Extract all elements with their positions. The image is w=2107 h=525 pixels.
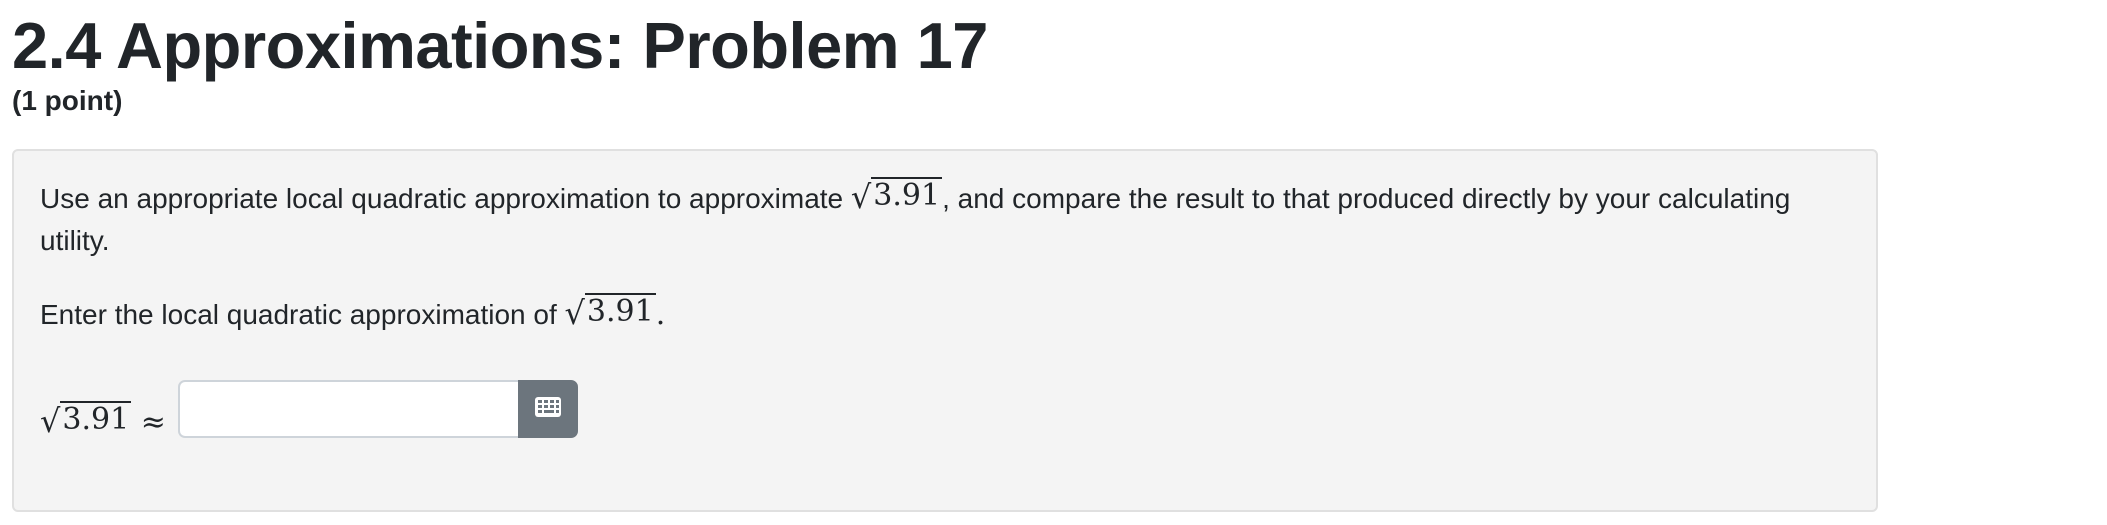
answer-row: √ 3.91 ≈ xyxy=(40,379,578,440)
sqrt-expression: √ 3.91 xyxy=(850,177,943,216)
answer-input-group xyxy=(177,380,578,438)
radicand: 3.91 xyxy=(871,177,943,213)
approx-symbol: ≈ xyxy=(140,404,166,440)
problem-statement: Use an appropriate local quadratic appro… xyxy=(40,177,1840,262)
answer-label: √ 3.91 ≈ xyxy=(40,400,166,440)
equation-editor-button[interactable] xyxy=(517,380,578,438)
point-value: (1 point) xyxy=(12,85,123,116)
radical-symbol: √ xyxy=(850,178,872,216)
statement-text-start: Use an appropriate local quadratic appro… xyxy=(40,183,851,214)
radicand: 3.91 xyxy=(584,293,656,329)
prompt-period: . xyxy=(655,297,666,332)
problem-panel: Use an appropriate local quadratic appro… xyxy=(12,149,1878,512)
radical-symbol: √ xyxy=(564,294,585,332)
grid-keypad-icon xyxy=(534,396,561,422)
sqrt-expression: √ 3.91 xyxy=(565,293,656,329)
answer-input[interactable] xyxy=(177,380,518,438)
radicand: 3.91 xyxy=(60,400,132,437)
answer-prompt: Enter the local quadratic approximation … xyxy=(40,293,665,336)
prompt-text-start: Enter the local quadratic approximation … xyxy=(40,299,565,330)
radical-symbol: √ xyxy=(40,401,61,440)
sqrt-expression: √ 3.91 xyxy=(40,400,132,440)
page-title: 2.4 Approximations: Problem 17 xyxy=(12,9,988,82)
